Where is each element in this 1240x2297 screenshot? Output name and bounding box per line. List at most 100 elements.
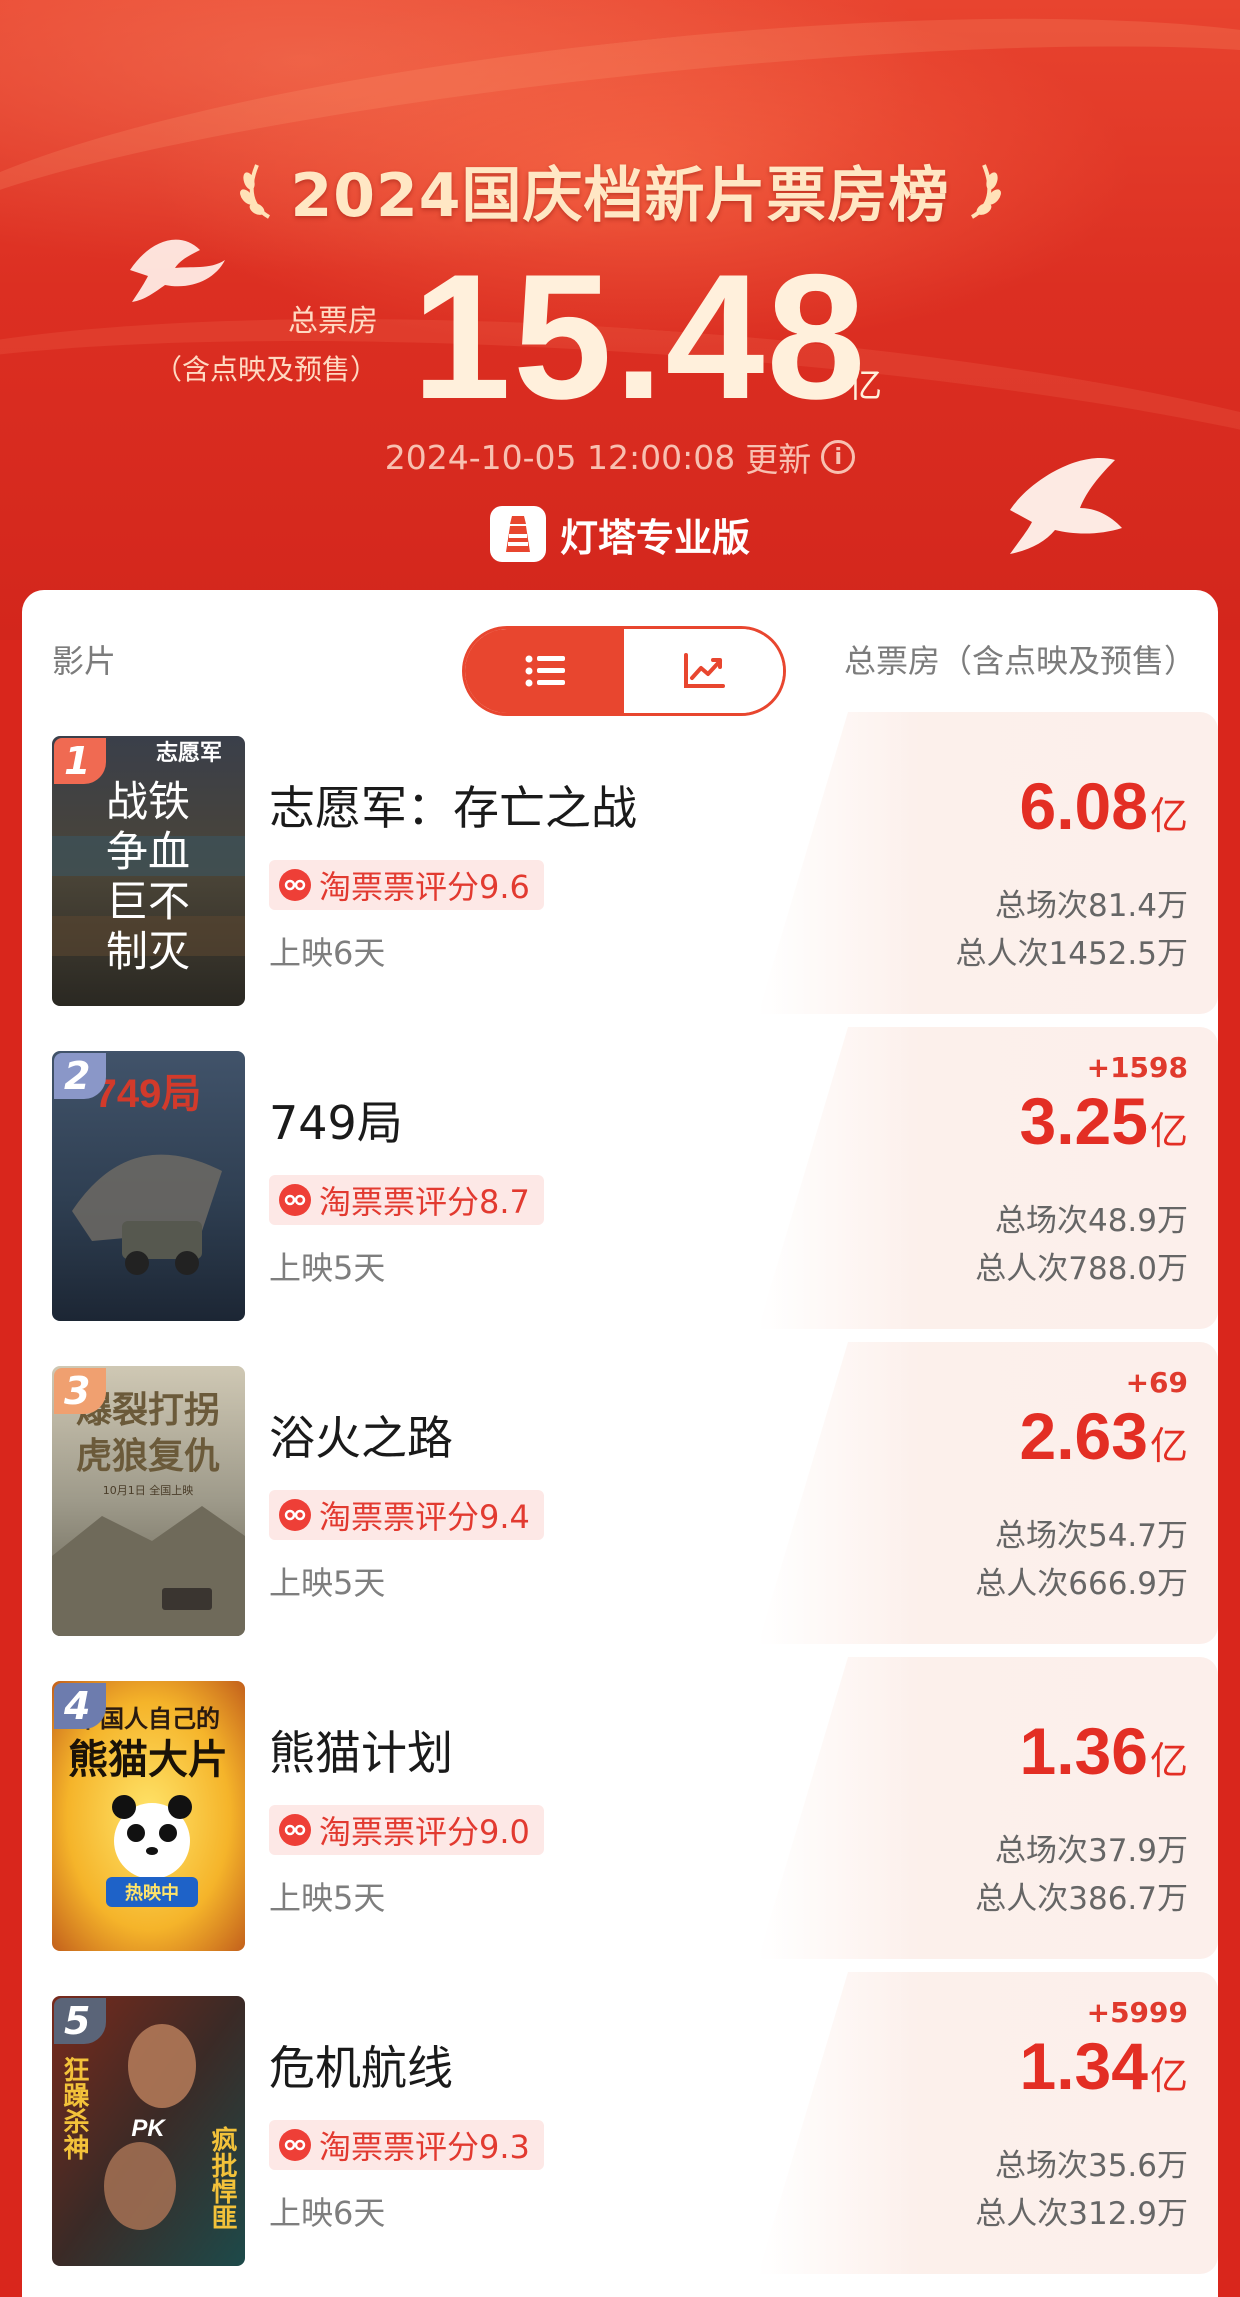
gross-unit: 亿 <box>1149 1424 1188 1468</box>
title-row: 2024国庆档新片票房榜 <box>0 148 1240 232</box>
update-time: 2024-10-05 12:00:08 <box>384 437 736 477</box>
gross-number: 3.25 <box>1019 1084 1148 1158</box>
list-icon <box>525 655 565 687</box>
gross-number: 6.08 <box>1019 769 1148 843</box>
movie-row[interactable]: 狂躁杀神 疯批悍匪 PK 5 危机航线 淘票票评分9.3 上映6天 +5999 … <box>22 1972 1218 2287</box>
rating-text: 淘票票评分9.0 <box>319 1813 530 1851</box>
svg-text:疯批悍匪: 疯批悍匪 <box>207 2125 237 2230</box>
gross-number: 1.34 <box>1019 2029 1148 2103</box>
brand-row: 灯塔专业版 <box>0 502 1240 566</box>
rating-badge: 淘票票评分9.3 <box>269 2120 544 2170</box>
taopiaopiao-icon <box>279 869 311 901</box>
release-days: 上映6天 <box>269 934 386 972</box>
taopiaopiao-icon <box>279 1184 311 1216</box>
column-box-office: 总票房（含点映及预售） <box>843 642 1196 680</box>
movie-row[interactable]: 749局 2 749局 淘票票评分8.7 上映5天 +1598 3.25 亿 总… <box>22 1027 1218 1342</box>
release-days: 上映5天 <box>269 1564 386 1602</box>
total-admissions: 总人次666.9万 <box>975 1566 1188 1602</box>
gross-value: 1.36 亿 <box>1020 1713 1188 1789</box>
svg-text:热映中: 热映中 <box>125 1882 179 1904</box>
svg-text:战铁: 战铁 <box>106 777 190 826</box>
total-shows: 总场次81.4万 <box>994 888 1188 924</box>
list-header: 影片 总票房（含点映及预售） <box>22 590 1218 720</box>
total-admissions: 总人次1452.5万 <box>955 936 1188 972</box>
svg-text:狂躁杀神: 狂躁杀神 <box>59 2056 89 2160</box>
trend-chart-icon <box>683 653 725 688</box>
info-icon[interactable]: i <box>821 440 856 474</box>
taopiaopiao-icon <box>279 1499 311 1531</box>
svg-text:争血: 争血 <box>106 827 190 876</box>
hero-banner: 2024国庆档新片票房榜 总票房 （含点映及预售） 15.48 亿 2024-1… <box>0 0 1240 640</box>
movie-title: 危机航线 <box>269 2041 453 2095</box>
gross-delta: +1598 <box>1086 1051 1188 1084</box>
page-title: 2024国庆档新片票房榜 <box>290 160 950 231</box>
gross-delta: +69 <box>1125 1366 1188 1399</box>
total-admissions: 总人次788.0万 <box>975 1251 1188 1287</box>
gross-unit: 亿 <box>1149 1739 1188 1783</box>
movie-row[interactable]: 志愿军 战铁 争血 巨不 制灭 1 志愿军：存亡之战 淘票票评分9.6 上映6天… <box>22 712 1218 1027</box>
update-row: 2024-10-05 12:00:08 更新 i <box>0 432 1240 482</box>
total-shows: 总场次37.9万 <box>994 1833 1188 1869</box>
update-label: 更新 <box>745 440 812 479</box>
total-shows: 总场次48.9万 <box>994 1203 1188 1239</box>
svg-text:749局: 749局 <box>95 1072 202 1116</box>
svg-text:巨不: 巨不 <box>106 877 190 926</box>
taopiaopiao-icon <box>279 2129 311 2161</box>
svg-text:10月1日 全国上映: 10月1日 全国上映 <box>103 1483 194 1497</box>
total-shows: 总场次35.6万 <box>994 2148 1188 2184</box>
rating-text: 淘票票评分9.3 <box>319 2128 530 2166</box>
svg-text:制灭: 制灭 <box>106 927 190 976</box>
movie-row[interactable]: 中国人自己的 熊猫大片 热映中 4 熊猫计划 淘票票评分9.0 上映5天 1.3… <box>22 1657 1218 1972</box>
rating-badge: 淘票票评分8.7 <box>269 1175 544 1225</box>
movie-row[interactable]: 爆裂打拐 虎狼复仇 10月1日 全国上映 3 浴火之路 淘票票评分9.4 上映5… <box>22 1342 1218 1657</box>
total-admissions: 总人次386.7万 <box>975 1881 1188 1917</box>
svg-text:虎狼复仇: 虎狼复仇 <box>76 1435 220 1477</box>
movie-title: 浴火之路 <box>269 1411 453 1465</box>
gross-delta: +5999 <box>1086 1996 1188 2029</box>
svg-text:志愿军: 志愿军 <box>156 740 222 766</box>
gross-value: 6.08 亿 <box>1020 768 1188 844</box>
total-shows: 总场次54.7万 <box>994 1518 1188 1554</box>
ranking-card: 影片 总票房（含点映及预售） 志愿军 战铁 争血 巨不 制灭 1 志愿军：存亡之… <box>22 590 1218 2297</box>
gross-value: 3.25 亿 <box>1020 1083 1188 1159</box>
movie-title: 749局 <box>269 1096 403 1150</box>
movie-title: 熊猫计划 <box>269 1726 453 1780</box>
rank-badge: 2 <box>54 1053 106 1099</box>
gross-unit: 亿 <box>1149 1109 1188 1153</box>
gross-value: 1.34 亿 <box>1020 2028 1188 2104</box>
rating-badge: 淘票票评分9.6 <box>269 860 544 910</box>
total-value: 15.48 <box>412 237 868 436</box>
total-unit: 亿 <box>848 366 882 406</box>
column-film: 影片 <box>52 642 117 680</box>
list-view-button[interactable] <box>465 629 624 713</box>
total-admissions: 总人次312.9万 <box>975 2196 1188 2232</box>
gross-number: 1.36 <box>1019 1714 1148 1788</box>
lighthouse-logo-icon <box>489 506 546 562</box>
brand-name: 灯塔专业版 <box>559 515 750 560</box>
rank-badge: 1 <box>54 738 106 784</box>
release-days: 上映5天 <box>269 1249 386 1287</box>
view-toggle <box>462 626 786 716</box>
total-label: 总票房 <box>288 304 378 339</box>
rank-badge: 3 <box>54 1368 106 1414</box>
gross-unit: 亿 <box>1149 2054 1188 2098</box>
svg-text:PK: PK <box>131 2115 166 2142</box>
svg-text:熊猫大片: 熊猫大片 <box>68 1737 228 1783</box>
rating-text: 淘票票评分8.7 <box>319 1183 530 1221</box>
gross-value: 2.63 亿 <box>1020 1398 1188 1474</box>
rating-badge: 淘票票评分9.0 <box>269 1805 544 1855</box>
rating-text: 淘票票评分9.6 <box>319 868 530 906</box>
total-sublabel: （含点映及预售） <box>153 353 378 386</box>
chart-view-button[interactable] <box>624 629 783 713</box>
release-days: 上映5天 <box>269 1879 386 1917</box>
release-days: 上映6天 <box>269 2194 386 2232</box>
rank-badge: 4 <box>54 1683 106 1729</box>
gross-number: 2.63 <box>1019 1399 1148 1473</box>
taopiaopiao-icon <box>279 1814 311 1846</box>
rank-badge: 5 <box>54 1998 106 2044</box>
gross-unit: 亿 <box>1149 794 1188 838</box>
total-box-office: 总票房 （含点映及预售） 15.48 亿 <box>0 237 1240 436</box>
rating-badge: 淘票票评分9.4 <box>269 1490 544 1540</box>
movie-list: 志愿军 战铁 争血 巨不 制灭 1 志愿军：存亡之战 淘票票评分9.6 上映6天… <box>22 712 1218 2287</box>
movie-title: 志愿军：存亡之战 <box>269 781 637 835</box>
